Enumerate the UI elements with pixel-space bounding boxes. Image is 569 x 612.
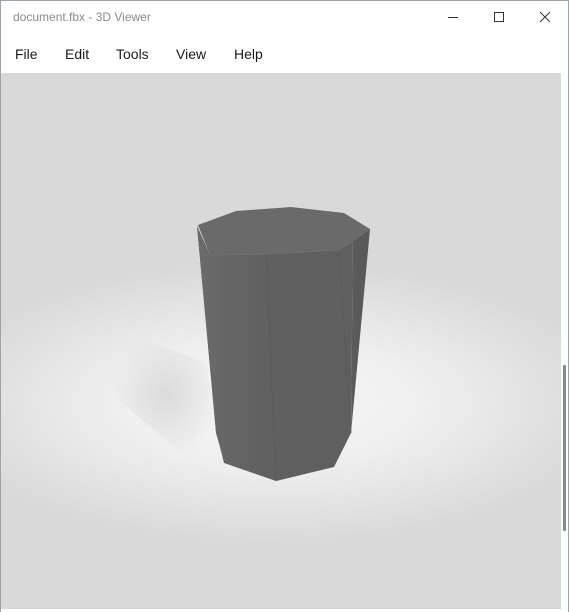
scrollbar-thumb[interactable] <box>563 365 566 531</box>
menu-bar: File Edit Tools View Help <box>1 33 568 73</box>
app-window: document.fbx - 3D Viewer File Edit Tools… <box>0 0 569 612</box>
close-icon <box>539 11 551 23</box>
maximize-icon <box>494 12 504 22</box>
3d-viewport[interactable] <box>1 73 561 609</box>
menu-view[interactable]: View <box>176 46 206 62</box>
menu-file[interactable]: File <box>15 46 38 62</box>
menu-tools[interactable]: Tools <box>116 46 149 62</box>
menu-edit[interactable]: Edit <box>65 46 89 62</box>
title-bar[interactable]: document.fbx - 3D Viewer <box>1 1 568 33</box>
close-button[interactable] <box>522 1 568 33</box>
vertical-scrollbar[interactable] <box>561 73 568 609</box>
menu-help[interactable]: Help <box>234 46 263 62</box>
minimize-button[interactable] <box>430 1 476 33</box>
minimize-icon <box>448 17 458 18</box>
3d-model-render <box>111 207 371 482</box>
maximize-button[interactable] <box>476 1 522 33</box>
model-shadow <box>111 331 223 458</box>
window-title: document.fbx - 3D Viewer <box>13 10 151 24</box>
